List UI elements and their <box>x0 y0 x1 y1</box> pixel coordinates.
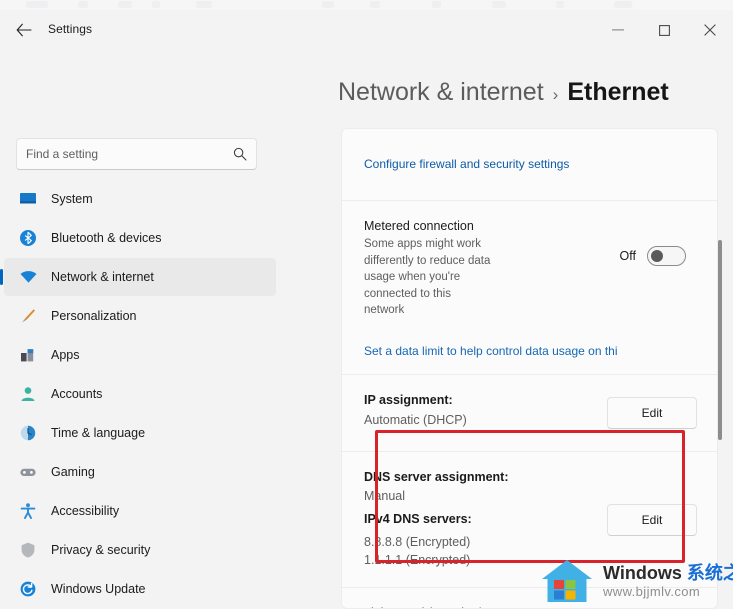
firewall-section: Configure firewall and security settings <box>342 129 717 200</box>
apps-icon <box>18 345 38 365</box>
ip-assignment-section: IP assignment: Automatic (DHCP) Edit <box>342 375 717 451</box>
update-icon <box>18 579 38 599</box>
sidebar-nav: System Bluetooth & devices Network & int… <box>0 180 276 609</box>
breadcrumb: Network & internet › Ethernet <box>338 78 669 107</box>
dns-assignment-label: DNS server assignment: <box>364 469 509 484</box>
maximize-button[interactable] <box>641 10 687 50</box>
watermark: Windows 系统之家 www.bjjmlv.com <box>540 558 733 604</box>
sidebar-item-windows-update[interactable]: Windows Update <box>4 570 276 608</box>
search-input[interactable]: Find a setting <box>26 147 233 161</box>
account-icon <box>18 384 38 404</box>
dns-assignment-edit-button[interactable]: Edit <box>607 503 697 536</box>
scrollbar-thumb[interactable] <box>718 240 722 440</box>
clipped-top-row <box>0 0 733 10</box>
sidebar-item-accounts[interactable]: Accounts <box>4 375 276 413</box>
back-button[interactable] <box>8 15 40 45</box>
accessibility-icon <box>18 501 38 521</box>
metered-toggle-switch[interactable] <box>647 246 686 266</box>
windows-house-logo <box>540 558 594 604</box>
sidebar-item-system[interactable]: System <box>4 180 276 218</box>
sidebar-item-label: Network & internet <box>51 270 154 284</box>
sidebar-item-gaming[interactable]: Gaming <box>4 453 276 491</box>
sidebar: Find a setting System Bluetooth & device… <box>0 50 290 609</box>
watermark-brand-cn: 系统之家 <box>686 562 733 583</box>
sidebar-item-label: Gaming <box>51 465 95 479</box>
metered-description: Some apps might work differently to redu… <box>364 238 491 317</box>
minimize-button[interactable] <box>595 10 641 50</box>
sidebar-item-apps[interactable]: Apps <box>4 336 276 374</box>
sidebar-item-label: System <box>51 192 93 206</box>
metered-toggle-group[interactable]: Off <box>620 246 686 266</box>
settings-panel: Configure firewall and security settings… <box>341 128 718 609</box>
sidebar-item-time-language[interactable]: Time & language <box>4 414 276 452</box>
sidebar-item-label: Accessibility <box>51 504 120 518</box>
link-speed-label: Link speed (Receive/ Transmit): <box>364 604 514 608</box>
sidebar-item-label: Accounts <box>51 387 103 401</box>
breadcrumb-parent[interactable]: Network & internet <box>338 78 544 107</box>
bluetooth-icon <box>18 228 38 248</box>
system-icon <box>18 189 38 209</box>
metered-title: Metered connection <box>364 219 474 233</box>
settings-window: Settings Find a setting System Bluetooth… <box>0 0 733 609</box>
watermark-url: www.bjjmlv.com <box>603 583 701 599</box>
page-title: Ethernet <box>567 78 669 106</box>
search-icon <box>233 147 247 161</box>
sidebar-item-label: Privacy & security <box>51 543 151 557</box>
brush-icon <box>18 306 38 326</box>
ip-assignment-edit-button[interactable]: Edit <box>607 396 697 429</box>
sidebar-item-label: Time & language <box>51 426 146 440</box>
back-arrow-icon <box>16 23 32 37</box>
gamepad-icon <box>18 462 38 482</box>
sidebar-item-label: Personalization <box>51 309 137 323</box>
search-box[interactable]: Find a setting <box>16 138 257 170</box>
data-limit-row: Set a data limit to help control data us… <box>364 344 695 358</box>
sidebar-item-label: Apps <box>51 348 80 362</box>
metered-connection-section: Metered connection Some apps might work … <box>342 201 717 374</box>
app-title: Settings <box>48 22 93 36</box>
network-icon <box>18 267 38 287</box>
configure-firewall-link[interactable]: Configure firewall and security settings <box>364 157 569 171</box>
shield-icon <box>18 540 38 560</box>
sidebar-item-personalization[interactable]: Personalization <box>4 297 276 335</box>
clock-icon <box>18 423 38 443</box>
maximize-icon <box>658 24 670 36</box>
watermark-brand: Windows 系统之家 <box>603 562 733 583</box>
sidebar-item-label: Windows Update <box>51 582 146 596</box>
sidebar-item-label: Bluetooth & devices <box>51 231 162 245</box>
main-content: Network & internet › Ethernet Configure … <box>290 50 733 609</box>
sidebar-item-bluetooth-devices[interactable]: Bluetooth & devices <box>4 219 276 257</box>
content-scrollbar[interactable] <box>715 88 727 559</box>
set-data-limit-link[interactable]: Set a data limit to help control data us… <box>364 344 618 358</box>
toggle-knob <box>651 250 663 262</box>
close-icon <box>704 24 716 36</box>
dns-assignment-mode: Manual <box>364 488 405 503</box>
minimize-icon <box>612 29 624 31</box>
sidebar-item-network-internet[interactable]: Network & internet <box>0 258 276 296</box>
watermark-text: Windows 系统之家 www.bjjmlv.com <box>603 562 733 599</box>
sidebar-item-accessibility[interactable]: Accessibility <box>4 492 276 530</box>
title-bar: Settings <box>0 10 733 50</box>
sidebar-item-privacy-security[interactable]: Privacy & security <box>4 531 276 569</box>
close-button[interactable] <box>687 10 733 50</box>
window-controls <box>595 10 733 50</box>
metered-toggle-state: Off <box>619 249 636 263</box>
chevron-right-icon: › <box>552 85 559 104</box>
